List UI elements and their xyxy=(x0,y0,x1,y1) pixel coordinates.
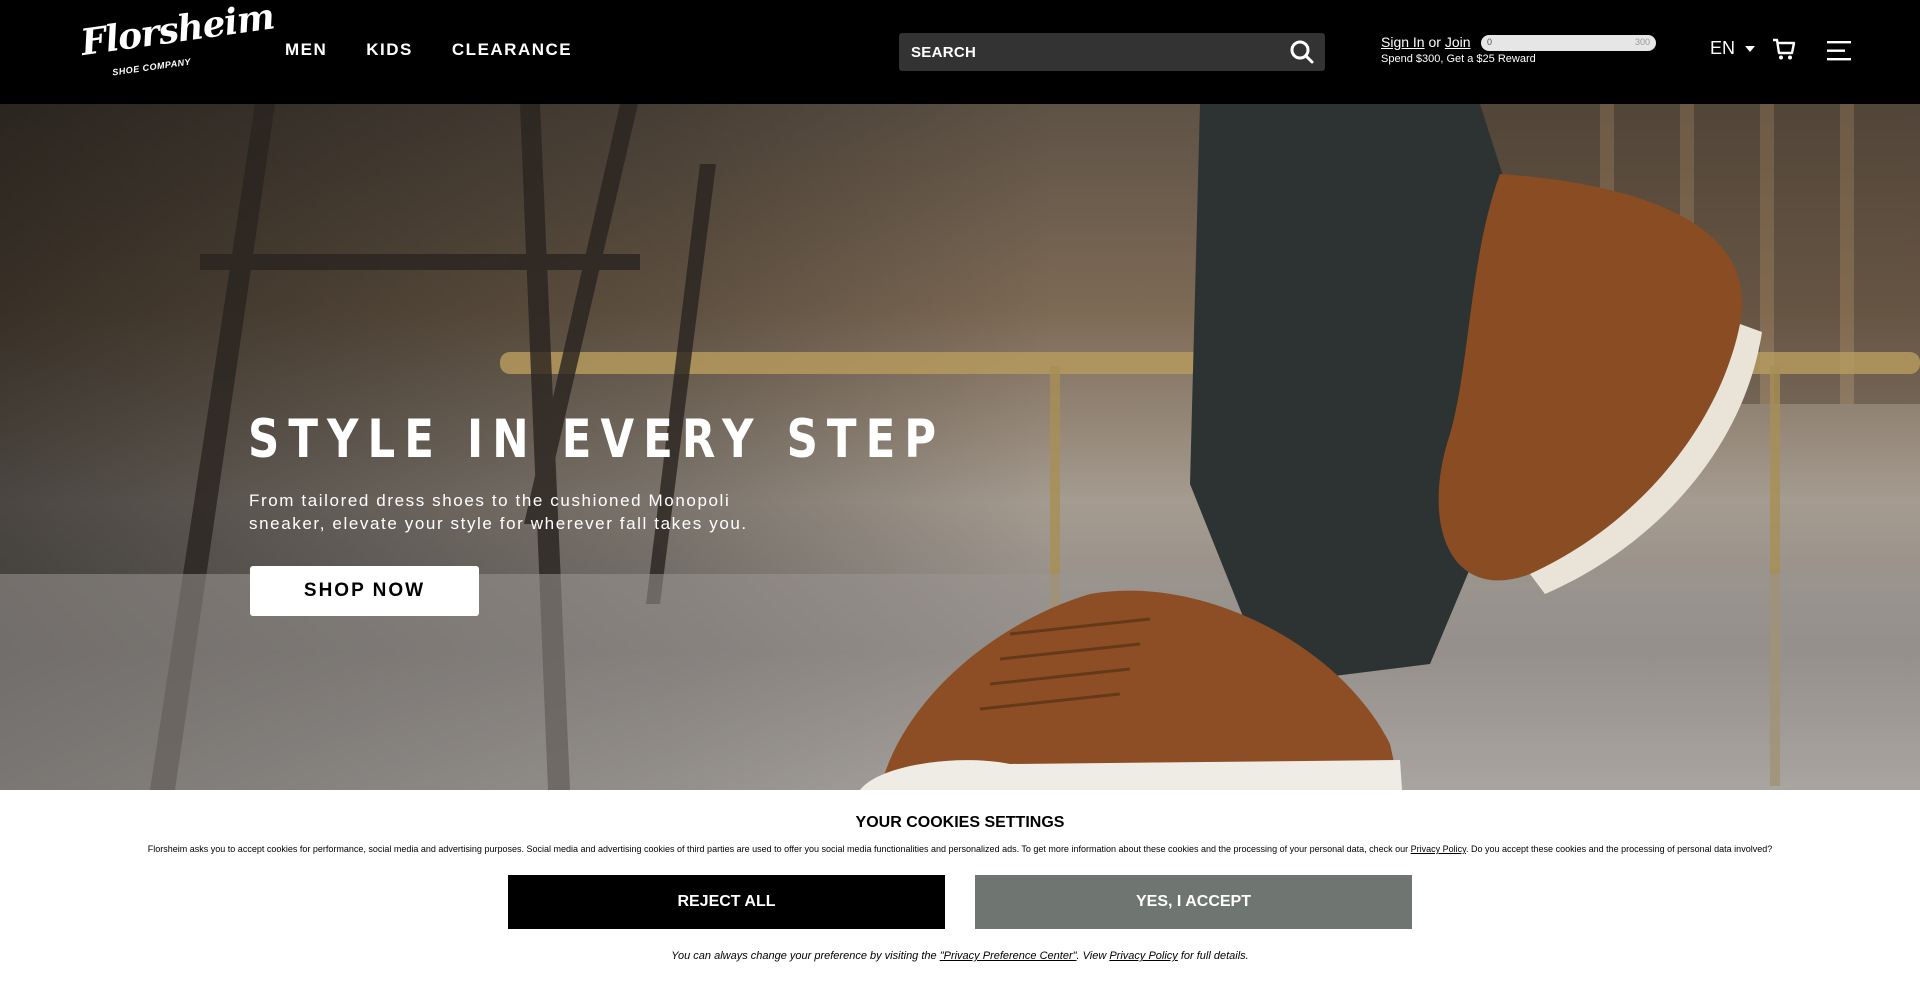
site-header: Florsheim SHOE COMPANY MEN KIDS CLEARANC… xyxy=(0,0,1920,104)
progress-max: 300 xyxy=(1634,37,1650,47)
cookie-foot-before: You can always change your preference by… xyxy=(671,950,940,962)
sign-in-link[interactable]: Sign In xyxy=(1381,34,1425,50)
reject-all-button[interactable]: REJECT ALL xyxy=(508,875,945,929)
progress-min: 0 xyxy=(1487,37,1493,47)
language-selector[interactable]: EN xyxy=(1710,38,1756,59)
cookie-description: Florsheim asks you to accept cookies for… xyxy=(0,844,1920,854)
search-icon[interactable] xyxy=(1289,39,1315,65)
cart-icon[interactable] xyxy=(1772,37,1796,61)
cookie-text-before: Florsheim asks you to accept cookies for… xyxy=(147,844,1411,854)
privacy-policy-link[interactable]: Privacy Policy xyxy=(1411,844,1466,854)
footer-privacy-policy-link[interactable]: Privacy Policy xyxy=(1109,950,1177,962)
reward-text: Spend $300, Get a $25 Reward xyxy=(1381,53,1536,65)
hamburger-menu-icon[interactable] xyxy=(1827,40,1851,62)
cookie-banner: YOUR COOKIES SETTINGS Florsheim asks you… xyxy=(0,790,1920,993)
search-input[interactable] xyxy=(911,33,1271,71)
shop-now-button[interactable]: SHOP NOW xyxy=(250,566,479,616)
cookie-foot-after: for full details. xyxy=(1177,950,1249,962)
reward-progress-bar: 0 300 xyxy=(1481,35,1656,51)
main-nav: MEN KIDS CLEARANCE xyxy=(285,40,572,60)
language-label: EN xyxy=(1710,38,1736,58)
search-bar xyxy=(899,33,1325,71)
brand-logo[interactable]: Florsheim SHOE COMPANY xyxy=(78,0,276,82)
hero-banner: STYLE IN EVERY STEP From tailored dress … xyxy=(0,104,1920,790)
or-text: or xyxy=(1428,34,1441,50)
hero-title: STYLE IN EVERY STEP xyxy=(248,409,946,470)
cookie-text-after: . Do you accept these cookies and the pr… xyxy=(1466,844,1773,854)
nav-item-men[interactable]: MEN xyxy=(285,40,327,60)
privacy-preference-center-link[interactable]: "Privacy Preference Center" xyxy=(940,950,1077,962)
join-link[interactable]: Join xyxy=(1445,34,1471,50)
account-area: Sign In or Join Spend $300, Get a $25 Re… xyxy=(1381,34,1671,65)
nav-item-kids[interactable]: KIDS xyxy=(366,40,413,60)
cookie-title: YOUR COOKIES SETTINGS xyxy=(855,814,1065,831)
hero-subtitle: From tailored dress shoes to the cushion… xyxy=(249,491,748,533)
cookie-foot-mid: . View xyxy=(1076,950,1110,962)
nav-item-clearance[interactable]: CLEARANCE xyxy=(452,40,572,60)
accept-cookies-button[interactable]: YES, I ACCEPT xyxy=(975,875,1412,929)
logo-wordmark: Florsheim xyxy=(78,0,277,64)
logo-subtitle: SHOE COMPANY xyxy=(111,56,192,78)
caret-down-icon xyxy=(1745,45,1756,52)
cookie-footer: You can always change your preference by… xyxy=(0,950,1920,962)
